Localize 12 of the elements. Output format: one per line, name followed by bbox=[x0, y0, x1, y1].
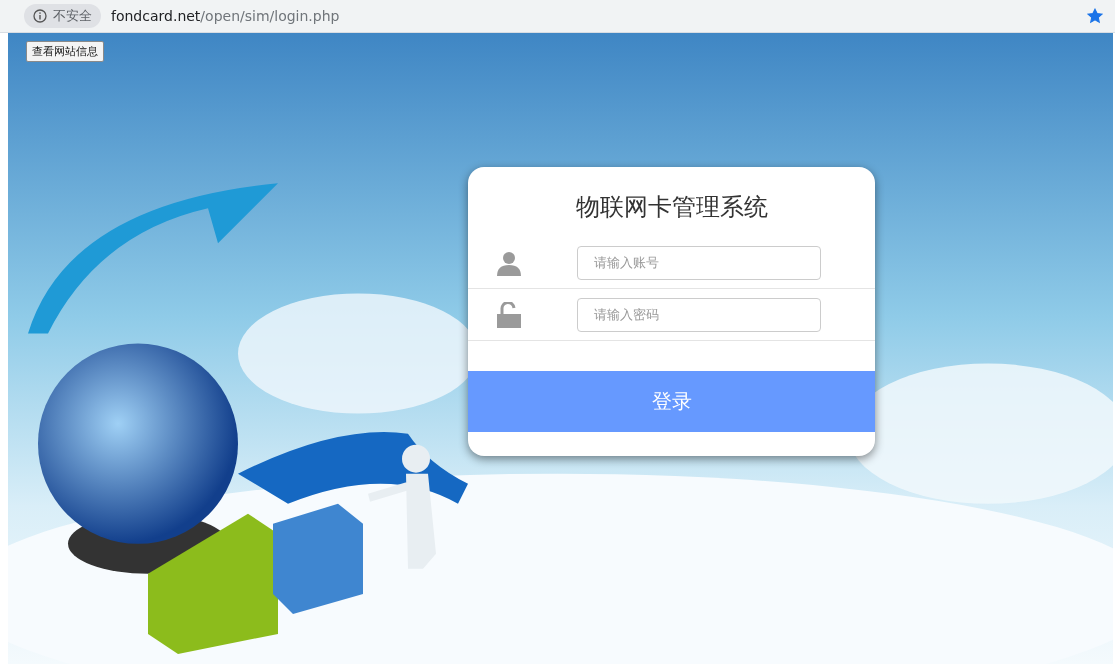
login-title: 物联网卡管理系统 bbox=[574, 192, 769, 223]
account-field[interactable]: 请输入账号 bbox=[577, 245, 821, 280]
password-field[interactable]: 请输入密码 bbox=[577, 297, 821, 332]
security-indicator[interactable]: 不安全 bbox=[24, 4, 101, 28]
info-icon bbox=[33, 9, 47, 23]
address-bar[interactable]: 不安全 fondcard.net/open/sim/login.php bbox=[0, 0, 1115, 33]
site-info-button[interactable]: 查看网站信息 bbox=[26, 41, 104, 62]
url-text: fondcard.net/open/sim/login.php bbox=[111, 8, 341, 24]
security-label: 不安全 bbox=[53, 7, 92, 25]
bookmark-star-icon[interactable] bbox=[1087, 8, 1103, 24]
user-icon bbox=[496, 249, 522, 276]
unlocked-padlock-icon bbox=[496, 301, 522, 328]
